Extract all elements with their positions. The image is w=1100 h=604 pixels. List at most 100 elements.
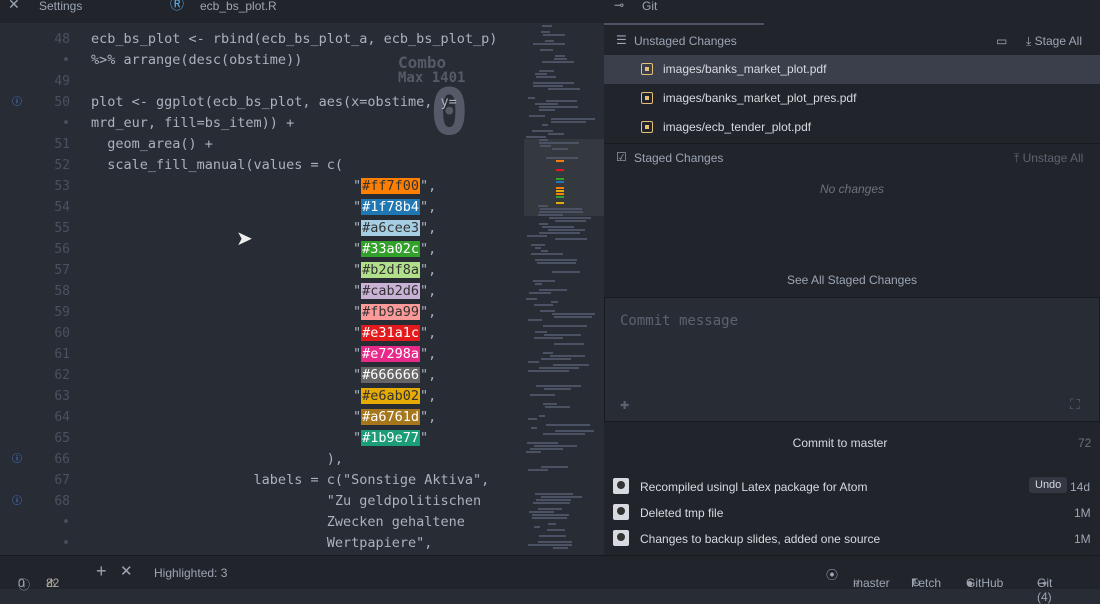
recent-commit[interactable]: Recompiled usingl Latex package for Atom… xyxy=(604,474,1100,500)
code-line[interactable]: 60 "#e31a1c", xyxy=(0,323,524,344)
minimap-line xyxy=(552,148,568,150)
minimap-line xyxy=(554,58,567,60)
code-line[interactable]: 68 ⓘ "Zu geldpolitischen xyxy=(0,491,524,512)
code-line[interactable]: 65 "#1b9e77" xyxy=(0,428,524,449)
line-number: 62 xyxy=(54,368,70,383)
tab-settings[interactable]: ✕ Settings xyxy=(8,0,158,23)
minimap-line xyxy=(540,208,582,210)
minimap-line xyxy=(556,160,564,162)
code-line[interactable]: 67 labels = c("Sonstige Aktiva", xyxy=(0,470,524,491)
minimap-line xyxy=(528,97,535,99)
minimap-line xyxy=(534,337,563,339)
minimap-line xyxy=(534,304,553,306)
git-icon: ⊸ xyxy=(614,0,625,12)
commit-char-count: 72 xyxy=(1078,436,1092,450)
commit-message-input[interactable]: Commit message xyxy=(620,313,738,329)
code-line[interactable]: 53 "#ff7f00", xyxy=(0,176,524,197)
broadcast-icon[interactable]: ⦿ xyxy=(826,566,838,583)
checklist-icon: ☑ xyxy=(616,150,627,164)
code-text: "#e31a1c", xyxy=(353,325,437,341)
minimap-line xyxy=(526,298,537,300)
minimap-line xyxy=(539,139,548,141)
minimap-line xyxy=(556,178,564,180)
add-icon[interactable]: + xyxy=(96,561,107,582)
code-line[interactable]: 50 ⓘ plot <- ggplot(ecb_bs_plot, aes(x=obs… xyxy=(0,92,524,113)
minimap-line xyxy=(547,529,565,531)
code-line[interactable]: 54 "#1f78b4", xyxy=(0,197,524,218)
code-text: ecb_bs_plot <- rbind(ecb_bs_plot_a, ecb_… xyxy=(91,31,498,47)
minimap-line xyxy=(531,427,537,429)
info-icon[interactable]: ⓘ xyxy=(12,449,22,470)
minimap-line xyxy=(542,61,574,63)
code-editor[interactable]: Combo Max 1401 0 ➤ 48 ecb_bs_plot <- rbin… xyxy=(0,23,524,555)
info-icon[interactable]: ⓘ xyxy=(12,491,22,512)
unstage-all-button[interactable]: ⤒ Unstage All xyxy=(1014,151,1083,166)
minimap-line xyxy=(528,418,537,420)
unstaged-file[interactable]: images/banks_market_plot.pdf xyxy=(604,55,1100,84)
code-line[interactable]: 63 "#e6ab02", xyxy=(0,386,524,407)
minimap-line xyxy=(555,55,565,57)
code-line[interactable]: 61 "#e7298a", xyxy=(0,344,524,365)
code-line[interactable]: • mrd_eur, fill=bs_item)) + xyxy=(0,113,524,134)
code-line[interactable]: 66 ⓘ ), xyxy=(0,449,524,470)
code-line[interactable]: 59 "#fb9a99", xyxy=(0,302,524,323)
info-icon[interactable]: ⓘ xyxy=(12,92,22,113)
code-line[interactable]: • Zwecken gehaltene xyxy=(0,512,524,533)
minimap-line xyxy=(541,358,571,360)
minimap-line xyxy=(535,493,573,495)
color-swatch: #e7298a xyxy=(361,346,421,362)
unstaged-file[interactable]: images/banks_market_plot_pres.pdf xyxy=(604,84,1100,113)
code-line[interactable]: 55 "#a6cee3", xyxy=(0,218,524,239)
see-all-staged-link[interactable]: See All Staged Changes xyxy=(604,273,1100,287)
expand-icon[interactable]: ⛶ xyxy=(1070,396,1080,413)
code-line[interactable]: 57 "#b2df8a", xyxy=(0,260,524,281)
recent-commit[interactable]: Changes to backup slides, added one sour… xyxy=(604,526,1100,552)
minimap-line xyxy=(539,109,555,111)
undo-button[interactable]: Undo xyxy=(1029,477,1068,493)
line-number: 51 xyxy=(54,137,70,152)
code-line[interactable]: • %>% arrange(desc(obstime)) xyxy=(0,50,524,71)
code-line[interactable]: • Wertpapiere", xyxy=(0,533,524,554)
code-line[interactable]: 62 "#666666", xyxy=(0,365,524,386)
list-icon: ☰ xyxy=(616,33,627,47)
stage-all-button[interactable]: ⤓ Stage All xyxy=(1026,34,1082,49)
code-line[interactable]: 51 geom_area() + xyxy=(0,134,524,155)
co-author-icon[interactable]: ✚ xyxy=(620,399,629,412)
tab-ecb-bs-plot[interactable]: Ⓡ ecb_bs_plot.R xyxy=(160,0,318,25)
minimap-line xyxy=(553,364,589,366)
minimap-line xyxy=(543,403,557,405)
recent-commit[interactable]: Deleted tmp file 1M xyxy=(604,500,1100,526)
minimap-line xyxy=(549,217,591,219)
minimap-line xyxy=(535,73,547,75)
unstaged-file[interactable]: images/ecb_tender_plot.pdf xyxy=(604,113,1100,142)
code-line[interactable]: 49 xyxy=(0,71,524,92)
minimap-line xyxy=(544,388,571,390)
collapse-icon[interactable]: ▭ xyxy=(996,34,1007,48)
minimap-line xyxy=(532,130,553,132)
minimap-line xyxy=(539,211,583,213)
code-line[interactable]: 52 scale_fill_manual(values = c( xyxy=(0,155,524,176)
minimap-line xyxy=(541,31,550,33)
close-icon[interactable]: ✕ xyxy=(120,562,133,580)
minimap-line xyxy=(540,49,553,51)
minimap-visible-region[interactable] xyxy=(524,139,604,216)
code-line[interactable]: 58 "#cab2d6", xyxy=(0,281,524,302)
tab-git[interactable]: ⊸ Git xyxy=(604,0,764,25)
code-line[interactable]: 56 "#33a02c", xyxy=(0,239,524,260)
commit-message-box[interactable]: Commit message ✚ ⛶ xyxy=(604,297,1100,422)
line-number: 63 xyxy=(54,389,70,404)
minimap[interactable] xyxy=(524,23,604,555)
code-text: %>% arrange(desc(obstime)) xyxy=(91,52,303,68)
commit-button[interactable]: Commit to master xyxy=(604,436,1076,450)
code-line[interactable]: 64 "#a6761d", xyxy=(0,407,524,428)
minimap-line xyxy=(539,106,578,108)
minimap-line xyxy=(545,40,554,42)
code-line[interactable]: 48 ecb_bs_plot <- rbind(ecb_bs_plot_a, ec… xyxy=(0,29,524,50)
minimap-line xyxy=(555,430,594,432)
minimap-line xyxy=(539,142,579,144)
minimap-line xyxy=(538,214,563,216)
minimap-line xyxy=(548,88,580,90)
minimap-line xyxy=(556,169,564,171)
color-swatch: #666666 xyxy=(361,367,421,383)
minimap-line xyxy=(535,247,541,249)
